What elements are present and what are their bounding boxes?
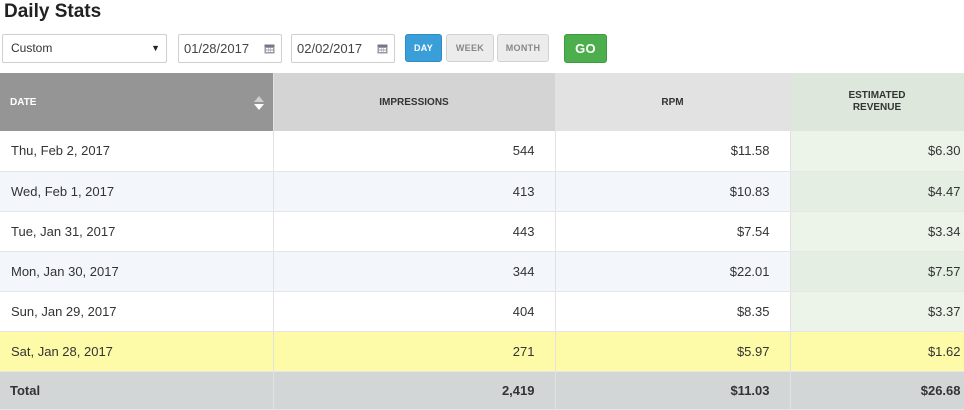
cell-date: Wed, Feb 1, 2017 bbox=[0, 171, 274, 212]
period-month-button[interactable]: MONTH bbox=[497, 34, 549, 62]
start-date-value: 01/28/2017 bbox=[184, 41, 250, 56]
total-impressions: 2,419 bbox=[273, 371, 556, 410]
table-row: Wed, Feb 1, 2017 413 $10.83 $4.47 bbox=[0, 171, 964, 212]
cell-rpm: $8.35 bbox=[555, 291, 791, 332]
cell-date: Tue, Jan 31, 2017 bbox=[0, 211, 274, 252]
cell-date: Sat, Jan 28, 2017 bbox=[0, 331, 274, 372]
table-header-row: DATE IMPRESSIONS RPM ESTIMATED REVENUE bbox=[0, 73, 964, 131]
column-header-date-label: DATE bbox=[10, 96, 37, 108]
table-row: Sun, Jan 29, 2017 404 $8.35 $3.37 bbox=[0, 291, 964, 332]
cell-rpm: $10.83 bbox=[555, 171, 791, 212]
cell-impressions: 413 bbox=[273, 171, 556, 212]
cell-rpm: $11.58 bbox=[555, 131, 791, 172]
cell-impressions: 443 bbox=[273, 211, 556, 252]
total-rpm: $11.03 bbox=[555, 371, 791, 410]
start-date-input[interactable]: 01/28/2017 bbox=[178, 34, 282, 63]
cell-impressions: 404 bbox=[273, 291, 556, 332]
cell-revenue: $6.30 bbox=[790, 131, 964, 172]
cell-rpm: $22.01 bbox=[555, 251, 791, 292]
daily-stats-table: DATE IMPRESSIONS RPM ESTIMATED REVENUE T… bbox=[0, 73, 964, 410]
column-header-impressions[interactable]: IMPRESSIONS bbox=[273, 73, 556, 131]
date-range-select[interactable]: Custom ▼ bbox=[2, 34, 167, 63]
cell-rpm: $7.54 bbox=[555, 211, 791, 252]
column-header-revenue-line1: ESTIMATED bbox=[848, 90, 906, 101]
period-day-button[interactable]: DAY bbox=[405, 34, 442, 62]
cell-impressions: 271 bbox=[273, 331, 556, 372]
calendar-icon[interactable] bbox=[264, 43, 275, 54]
cell-revenue: $1.62 bbox=[790, 331, 964, 372]
sort-icon[interactable] bbox=[253, 95, 265, 111]
column-header-date[interactable]: DATE bbox=[0, 73, 274, 131]
cell-impressions: 544 bbox=[273, 131, 556, 172]
go-button[interactable]: GO bbox=[564, 34, 607, 63]
cell-date: Thu, Feb 2, 2017 bbox=[0, 131, 274, 172]
calendar-icon[interactable] bbox=[377, 43, 388, 54]
table-row: Mon, Jan 30, 2017 344 $22.01 $7.57 bbox=[0, 251, 964, 292]
cell-revenue: $4.47 bbox=[790, 171, 964, 212]
cell-revenue: $3.37 bbox=[790, 291, 964, 332]
cell-impressions: 344 bbox=[273, 251, 556, 292]
page-title: Daily Stats bbox=[4, 1, 102, 22]
caret-down-icon: ▼ bbox=[151, 43, 160, 53]
table-row: Tue, Jan 31, 2017 443 $7.54 $3.34 bbox=[0, 211, 964, 252]
column-header-revenue-line2: REVENUE bbox=[852, 102, 902, 113]
total-label: Total bbox=[0, 371, 274, 410]
cell-date: Sun, Jan 29, 2017 bbox=[0, 291, 274, 332]
table-row: Thu, Feb 2, 2017 544 $11.58 $6.30 bbox=[0, 131, 964, 172]
end-date-value: 02/02/2017 bbox=[297, 41, 363, 56]
cell-rpm: $5.97 bbox=[555, 331, 791, 372]
end-date-input[interactable]: 02/02/2017 bbox=[291, 34, 395, 63]
table-row-highlighted: Sat, Jan 28, 2017 271 $5.97 $1.62 bbox=[0, 331, 964, 372]
cell-date: Mon, Jan 30, 2017 bbox=[0, 251, 274, 292]
cell-revenue: $3.34 bbox=[790, 211, 964, 252]
period-week-button[interactable]: WEEK bbox=[446, 34, 494, 62]
column-header-rpm[interactable]: RPM bbox=[555, 73, 791, 131]
date-range-select-value: Custom bbox=[11, 41, 53, 55]
table-total-row: Total 2,419 $11.03 $26.68 bbox=[0, 371, 964, 410]
column-header-estimated-revenue[interactable]: ESTIMATED REVENUE bbox=[790, 73, 964, 131]
cell-revenue: $7.57 bbox=[790, 251, 964, 292]
total-revenue: $26.68 bbox=[790, 371, 964, 410]
